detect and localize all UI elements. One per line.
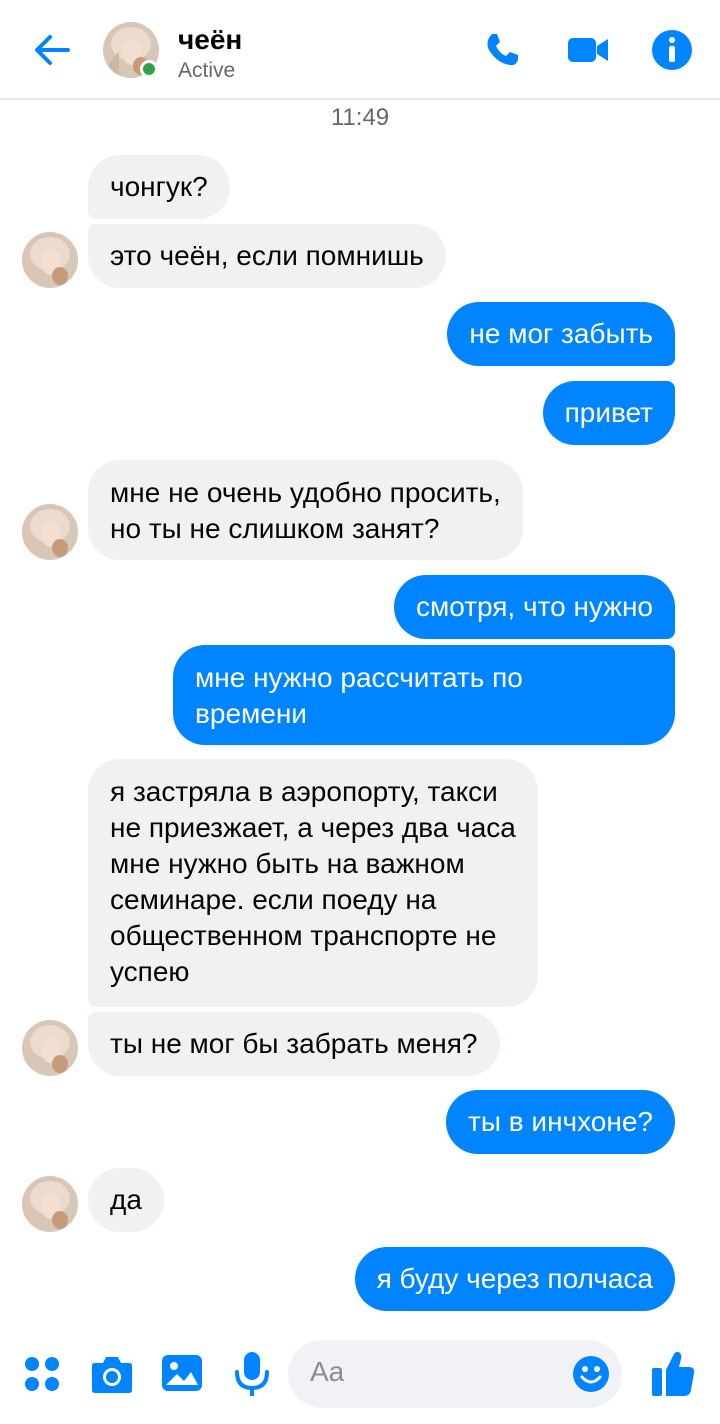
message-outgoing[interactable]: смотря, что нужно bbox=[393, 575, 675, 639]
composer-bar: Aa bbox=[0, 1336, 720, 1424]
video-camera-icon[interactable] bbox=[566, 28, 610, 72]
contact-avatar-small[interactable] bbox=[22, 1176, 78, 1232]
message-incoming[interactable]: я застряла в аэропорту, такси не приезжа… bbox=[88, 759, 538, 1007]
message-text: не мог забыть bbox=[469, 318, 653, 349]
message-line: общественном транспорте не bbox=[110, 920, 497, 951]
message-line: я застряла в аэропорту, такси bbox=[110, 776, 498, 807]
microphone-icon[interactable] bbox=[232, 1350, 272, 1398]
message-line: семинаре. если поеду на bbox=[110, 884, 437, 915]
message-text: чонгук? bbox=[110, 171, 208, 202]
contact-avatar-small[interactable] bbox=[22, 1020, 78, 1076]
apps-icon[interactable] bbox=[22, 1354, 62, 1394]
message-incoming[interactable]: это чеён, если помнишь bbox=[88, 224, 446, 288]
contact-avatar-small[interactable] bbox=[22, 504, 78, 560]
message-outgoing[interactable]: ты в инчхоне? bbox=[446, 1090, 675, 1154]
message-input[interactable]: Aa bbox=[288, 1340, 622, 1408]
message-outgoing[interactable]: не мог забыть bbox=[447, 302, 675, 366]
like-thumb-icon[interactable] bbox=[650, 1348, 696, 1398]
emoji-icon[interactable] bbox=[571, 1354, 611, 1394]
message-outgoing[interactable]: мне нужно рассчитать по времени bbox=[173, 645, 675, 745]
message-line: мне не очень удобно просить, bbox=[110, 477, 501, 508]
message-line: успею bbox=[110, 956, 190, 987]
message-text: это чеён, если помнишь bbox=[110, 240, 424, 271]
message-text: да bbox=[110, 1184, 142, 1215]
message-outgoing[interactable]: привет bbox=[542, 381, 675, 445]
message-outgoing[interactable]: я буду через полчаса bbox=[354, 1247, 675, 1311]
message-text: ты не мог бы забрать меня? bbox=[110, 1028, 478, 1059]
message-incoming[interactable]: да bbox=[88, 1168, 164, 1232]
phone-icon[interactable] bbox=[480, 28, 524, 72]
message-line: мне нужно рассчитать по bbox=[195, 662, 523, 693]
contact-name[interactable]: чеён bbox=[178, 24, 242, 56]
contact-status: Active bbox=[178, 59, 236, 82]
active-status-dot bbox=[140, 60, 158, 78]
chat-header: чеён Active bbox=[0, 0, 720, 100]
message-incoming[interactable]: чонгук? bbox=[88, 155, 230, 219]
message-line: но ты не слишком занят? bbox=[110, 513, 440, 544]
info-icon[interactable] bbox=[650, 28, 694, 72]
message-text: привет bbox=[564, 397, 653, 428]
message-line: мне нужно быть на важном bbox=[110, 848, 465, 879]
message-text: я буду через полчаса bbox=[376, 1263, 653, 1294]
back-arrow-icon[interactable] bbox=[30, 28, 74, 72]
camera-icon[interactable] bbox=[90, 1353, 134, 1395]
message-incoming[interactable]: ты не мог бы забрать меня? bbox=[88, 1012, 500, 1076]
message-input-placeholder: Aa bbox=[310, 1356, 345, 1387]
contact-avatar-small[interactable] bbox=[22, 232, 78, 288]
gallery-icon[interactable] bbox=[160, 1351, 204, 1395]
chat-timestamp: 11:49 bbox=[330, 104, 390, 131]
message-text: смотря, что нужно bbox=[415, 591, 653, 622]
message-line: времени bbox=[195, 698, 307, 729]
message-text: ты в инчхоне? bbox=[468, 1106, 653, 1137]
message-incoming[interactable]: мне не очень удобно просить, но ты не сл… bbox=[88, 460, 523, 560]
message-line: не приезжает, а через два часа bbox=[110, 812, 516, 843]
